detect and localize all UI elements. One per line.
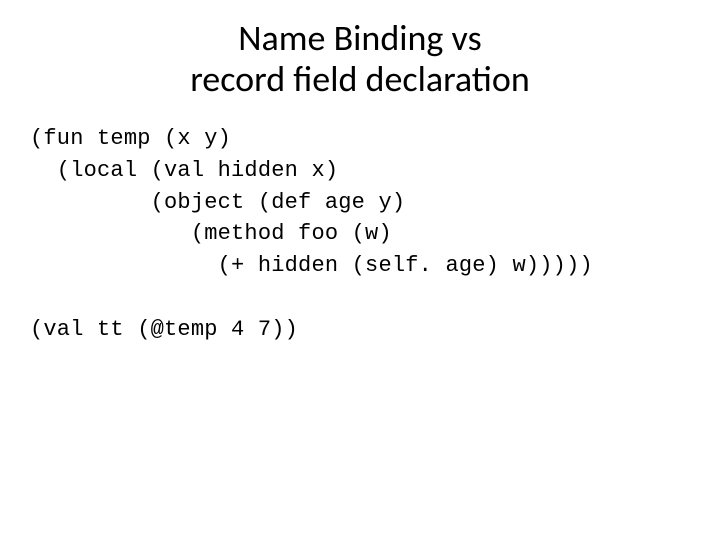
title-line-1: Name Binding vs [238,16,481,60]
code-line-5: (+ hidden (self. age) w))))) [30,253,593,278]
code-line-4: (method foo (w) [30,221,392,246]
slide-title: Name Binding vs record field declaration [70,18,650,101]
code-line-3: (object (def age y) [30,190,405,215]
code-block: (fun temp (x y) (local (val hidden x) (o… [30,123,690,346]
slide: Name Binding vs record field declaration… [0,0,720,540]
code-line-7: (val tt (@temp 4 7)) [30,317,298,342]
code-line-2: (local (val hidden x) [30,158,338,183]
title-line-2: record field declaration [190,57,530,101]
code-line-1: (fun temp (x y) [30,126,231,151]
